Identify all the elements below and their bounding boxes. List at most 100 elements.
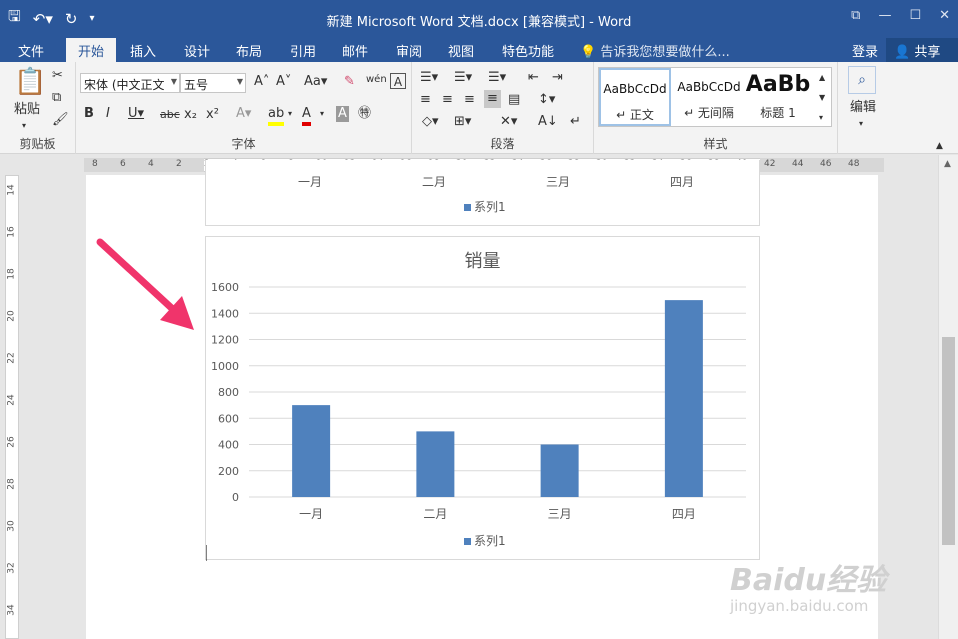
chevron-down-icon[interactable]: ▾ <box>320 106 324 122</box>
italic-icon[interactable]: I <box>106 106 110 122</box>
gallery-down-icon[interactable]: ▼ <box>819 90 825 106</box>
bar[interactable] <box>664 300 703 497</box>
paste-dropdown-icon[interactable]: ▾ <box>22 118 26 134</box>
tab-layout[interactable]: 布局 <box>236 41 262 60</box>
align-right-icon[interactable]: ≡ <box>464 92 475 108</box>
highlight-icon[interactable]: ab <box>268 106 285 126</box>
scrollbar-thumb[interactable] <box>942 337 955 545</box>
style-name: ↵ 正文 <box>616 108 654 122</box>
style-normal[interactable]: AaBbCcDd ↵ 正文 <box>599 68 671 126</box>
gallery-up-icon[interactable]: ▲ <box>819 70 825 86</box>
chevron-down-icon[interactable]: ▾ <box>859 116 863 132</box>
chart-partial[interactable]: 一月 二月 三月 四月 系列1 <box>205 160 760 226</box>
vertical-scrollbar[interactable]: ▲ <box>938 155 958 639</box>
subscript-icon[interactable]: x₂ <box>184 107 197 123</box>
underline-icon[interactable]: U▾ <box>128 106 144 122</box>
style-heading-1[interactable]: AaBb 标题 1 <box>745 68 811 126</box>
maximize-button[interactable]: ☐ <box>909 8 921 23</box>
share-button[interactable]: 👤 共享 <box>886 38 958 62</box>
x-tick-label: 二月 <box>423 507 447 521</box>
multilevel-list-icon[interactable]: ☰▾ <box>488 70 506 86</box>
tab-references[interactable]: 引用 <box>290 41 316 60</box>
change-case-icon[interactable]: Aa▾ <box>304 74 327 90</box>
shading-icon[interactable]: ◇▾ <box>422 114 439 130</box>
numbering-icon[interactable]: ☰▾ <box>454 70 472 86</box>
paste-label[interactable]: 粘贴 <box>14 102 40 118</box>
style-name: 标题 1 <box>760 106 796 120</box>
bar[interactable] <box>416 431 455 497</box>
justify-icon[interactable]: ≡ <box>484 90 501 108</box>
chevron-down-icon[interactable]: ▾ <box>288 106 292 122</box>
ruler-tick-label: 34 <box>6 604 17 616</box>
legend-label: 系列1 <box>474 534 506 548</box>
bold-icon[interactable]: B <box>84 106 94 122</box>
find-icon[interactable]: ⌕ <box>848 66 876 94</box>
category-label: 三月 <box>546 175 571 189</box>
copy-icon[interactable]: ⧉ <box>52 90 61 106</box>
tab-file[interactable]: 文件 <box>18 41 44 60</box>
sales-chart[interactable]: 销量 0 200 400 600 800 1000 1200 1400 1600 一月 二月 三月 四月… <box>205 236 760 561</box>
scroll-up-icon[interactable]: ▲ <box>944 159 951 169</box>
login-link[interactable]: 登录 <box>852 41 878 60</box>
style-no-spacing[interactable]: AaBbCcDd ↵ 无间隔 <box>673 68 745 126</box>
character-border-icon[interactable]: A <box>390 73 406 89</box>
gallery-more-icon[interactable]: ▾ <box>819 110 823 126</box>
font-color-icon[interactable]: A <box>302 106 311 126</box>
grow-font-icon[interactable]: A˄ <box>254 74 269 90</box>
align-left-icon[interactable]: ≡ <box>420 92 431 108</box>
tab-design[interactable]: 设计 <box>184 41 210 60</box>
shrink-font-icon[interactable]: A˅ <box>276 74 291 90</box>
font-name-value: 宋体 (中文正文 <box>84 78 165 92</box>
ruler-tick-label: 14 <box>6 184 17 196</box>
ruler-tick-label: 42 <box>764 159 776 169</box>
x-tick-label: 一月 <box>299 507 323 521</box>
strikethrough-icon[interactable]: abc <box>160 107 180 123</box>
character-shading-icon[interactable]: A <box>336 106 349 122</box>
font-size-value: 五号 <box>184 78 209 92</box>
collapse-ribbon-icon[interactable]: ▲ <box>936 138 943 154</box>
cut-icon[interactable]: ✂ <box>52 68 63 84</box>
close-button[interactable]: ✕ <box>939 8 950 23</box>
tab-insert[interactable]: 插入 <box>130 41 156 60</box>
ruler-tick-label: 44 <box>792 159 804 169</box>
tab-home[interactable]: 开始 <box>66 38 117 62</box>
font-name-combo[interactable]: 宋体 (中文正文 ▼ <box>80 73 180 93</box>
paste-icon[interactable]: 📋 <box>14 68 46 96</box>
legend-swatch <box>464 204 471 211</box>
paragraph-group-label: 段落 <box>490 137 515 151</box>
tab-view[interactable]: 视图 <box>448 41 474 60</box>
sort-icon[interactable]: A↓ <box>538 114 558 130</box>
y-tick-label: 1400 <box>211 307 239 320</box>
tab-review[interactable]: 审阅 <box>396 41 422 60</box>
minimize-button[interactable]: — <box>878 8 891 23</box>
tab-special-features[interactable]: 特色功能 <box>502 41 554 60</box>
watermark-url: jingyan.baidu.com <box>730 597 869 615</box>
bar[interactable] <box>292 405 331 497</box>
editing-label[interactable]: 编辑 <box>850 100 876 116</box>
text-effects-icon[interactable]: A▾ <box>236 106 251 122</box>
borders-icon[interactable]: ⊞▾ <box>454 114 471 130</box>
show-marks-icon[interactable]: ↵ <box>570 114 581 130</box>
superscript-icon[interactable]: x² <box>206 107 219 123</box>
ruler-tick-label: 6 <box>120 159 126 169</box>
align-center-icon[interactable]: ≡ <box>442 92 453 108</box>
ribbon-display-button[interactable]: ⧉ <box>851 8 860 23</box>
chinese-layout-icon[interactable]: ✕▾ <box>500 114 517 130</box>
clear-formatting-icon[interactable]: ✎ <box>344 74 355 90</box>
tab-mailings[interactable]: 邮件 <box>342 41 368 60</box>
distributed-icon[interactable]: ▤ <box>508 92 520 108</box>
share-label: 共享 <box>914 45 941 60</box>
font-size-combo[interactable]: 五号 ▼ <box>180 73 246 93</box>
increase-indent-icon[interactable]: ⇥ <box>552 70 563 86</box>
editing-group: ⌕ 编辑 ▾ <box>838 62 888 154</box>
tell-me-search[interactable]: 💡 告诉我您想要做什么... <box>580 41 730 60</box>
x-tick-label: 三月 <box>548 507 572 521</box>
decrease-indent-icon[interactable]: ⇤ <box>528 70 539 86</box>
line-spacing-icon[interactable]: ↕▾ <box>538 92 555 108</box>
bar[interactable] <box>540 444 579 498</box>
format-painter-icon[interactable]: 🖌 <box>52 112 69 128</box>
phonetic-guide-icon[interactable]: wén <box>366 72 387 88</box>
clipboard-group-label: 剪贴板 <box>19 137 56 151</box>
enclosed-character-icon[interactable]: ㊕ <box>358 106 371 122</box>
bullets-icon[interactable]: ☰▾ <box>420 70 438 86</box>
